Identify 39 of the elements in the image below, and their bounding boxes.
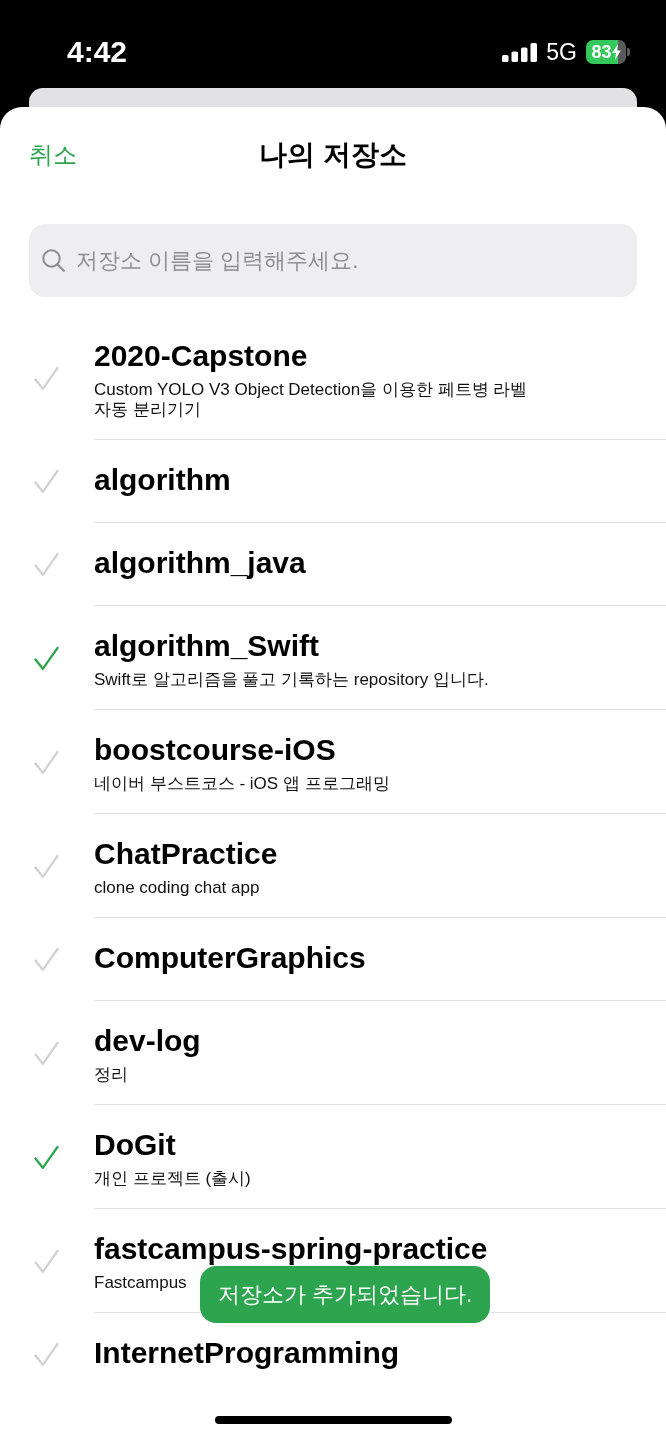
repository-description: 정리 <box>94 1065 128 1085</box>
repository-name: ComputerGraphics <box>94 941 366 975</box>
repository-name: algorithm_java <box>94 546 306 580</box>
checkmark-icon[interactable] <box>34 552 59 577</box>
repository-name: fastcampus-spring-practice <box>94 1232 488 1266</box>
status-time: 4:42 <box>67 35 128 69</box>
repository-description: Swift로 알고리즘을 풀고 기록하는 repository 입니다. <box>94 670 489 690</box>
repository-name: algorithm <box>94 463 231 497</box>
repository-description: Custom YOLO V3 Object Detection을 이용한 페트병 라벨 자동 분리기기 <box>94 380 529 420</box>
repository-name: dev-log <box>94 1024 201 1058</box>
checkmark-icon[interactable] <box>34 645 59 671</box>
repository-description: 개인 프로젝트 (출시) <box>94 1169 251 1189</box>
sheet-title: 나의 저장소 <box>259 138 407 172</box>
signal-icon <box>502 42 538 62</box>
toast-message: 저장소가 추가되었습니다. <box>200 1266 491 1323</box>
search-icon <box>42 249 65 272</box>
repository-name: ChatPractice <box>94 837 278 871</box>
network-type: 5G <box>546 39 577 65</box>
repository-description: 네이버 부스트코스 - iOS 앱 프로그래밍 <box>94 774 390 794</box>
bolt-icon <box>611 44 621 60</box>
repository-name: 2020-Capstone <box>94 339 308 373</box>
repository-description: clone coding chat app <box>94 878 260 898</box>
battery-percent: 83 <box>591 42 612 62</box>
checkmark-icon[interactable] <box>34 1341 59 1367</box>
checkmark-icon[interactable] <box>34 1248 59 1274</box>
checkmark-icon[interactable] <box>34 853 59 879</box>
repository-description: Fastcampus <box>94 1273 187 1293</box>
checkmark-icon[interactable] <box>34 1040 59 1066</box>
checkmark-icon[interactable] <box>34 365 59 391</box>
cancel-button[interactable]: 취소 <box>29 140 77 170</box>
repository-name: DoGit <box>94 1128 176 1162</box>
search-field[interactable]: 저장소 이름을 입력해주세요. <box>29 224 637 297</box>
checkmark-icon[interactable] <box>34 1144 59 1170</box>
repository-name: InternetProgramming <box>94 1336 400 1370</box>
repository-name: algorithm_Swift <box>94 629 319 663</box>
repository-name: boostcourse-iOS <box>94 733 336 767</box>
checkmark-icon[interactable] <box>34 749 59 775</box>
checkmark-icon[interactable] <box>34 947 59 972</box>
checkmark-icon[interactable] <box>34 469 59 494</box>
